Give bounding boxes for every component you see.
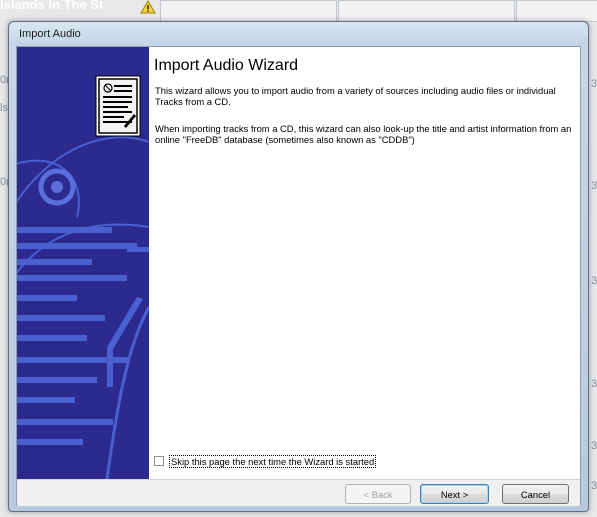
- import-audio-dialog: Import Audio Import Audio Wizard This wi…: [8, 21, 589, 512]
- dialog-title: Import Audio: [19, 28, 81, 40]
- bg-cell: [516, 0, 597, 22]
- wizard-intro-text: This wizard allows you to import audio f…: [155, 85, 556, 107]
- dialog-titlebar[interactable]: Import Audio: [9, 22, 588, 46]
- bg-cell: [338, 0, 515, 22]
- wizard-content: Import Audio Wizard This wizard allows y…: [149, 47, 580, 479]
- bg-edge-mark: 3: [591, 440, 597, 452]
- bg-edge-mark: ls: [0, 102, 8, 114]
- wizard-heading: Import Audio Wizard: [154, 57, 299, 74]
- dialog-body: Import Audio Wizard This wizard allows y…: [16, 46, 581, 506]
- dialog-button-bar: < Back Next > Cancel: [17, 479, 580, 506]
- cancel-button[interactable]: Cancel: [502, 484, 569, 504]
- bg-edge-mark: 3: [591, 78, 597, 90]
- skip-page-label[interactable]: Skip this page the next time the Wizard …: [169, 454, 377, 468]
- back-button[interactable]: < Back: [345, 484, 411, 504]
- bg-cell: [160, 0, 337, 22]
- wizard-side-banner: [17, 47, 149, 479]
- next-button[interactable]: Next >: [420, 484, 489, 504]
- bg-partial-title: Islands In The St: [0, 0, 104, 12]
- skip-page-option[interactable]: Skip this page the next time the Wizard …: [154, 454, 377, 468]
- bg-edge-mark: 3: [591, 480, 597, 492]
- bg-edge-mark: 3: [591, 378, 597, 390]
- warning-icon: [140, 0, 156, 14]
- bg-edge-mark: 3: [591, 275, 597, 287]
- document-icon: [95, 75, 141, 137]
- skip-page-checkbox[interactable]: [154, 456, 164, 466]
- wizard-cd-text: When importing tracks from a CD, this wi…: [155, 123, 572, 145]
- bg-edge-mark: 3: [591, 180, 597, 192]
